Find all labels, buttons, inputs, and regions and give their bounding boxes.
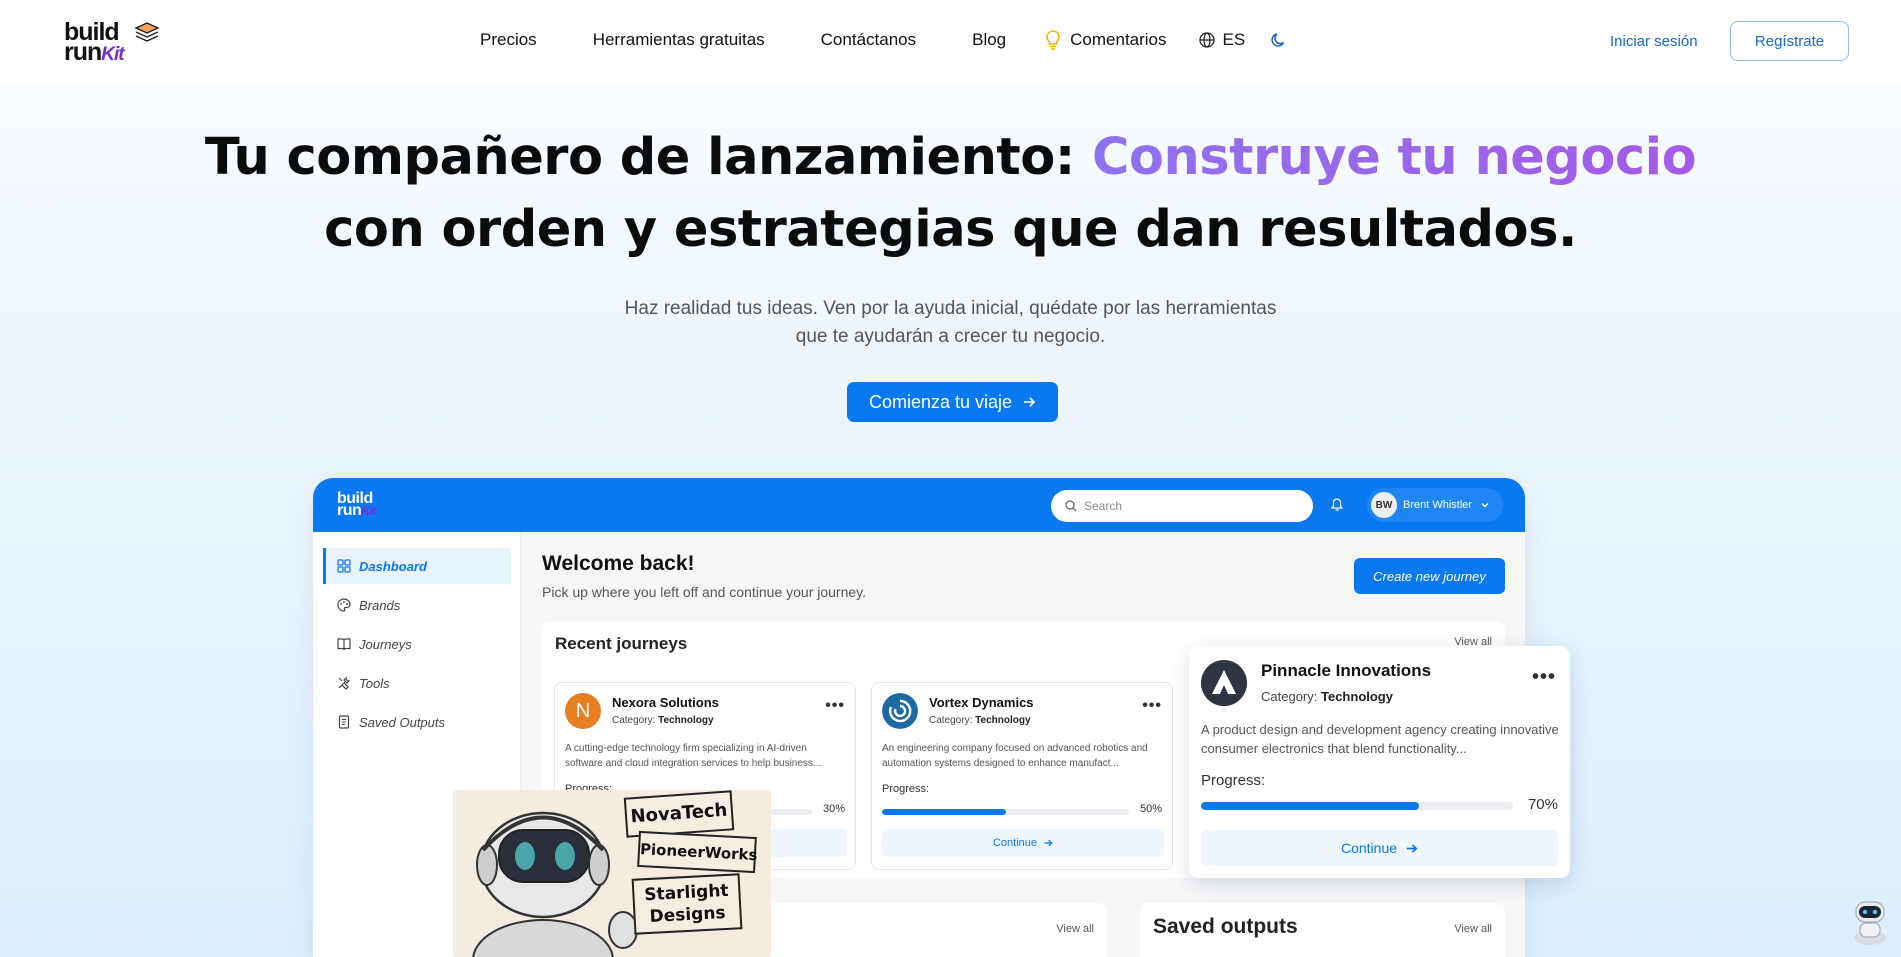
register-button[interactable]: Regístrate <box>1730 21 1849 61</box>
recent-journeys-title: Recent journeys <box>555 634 688 653</box>
more-options-icon[interactable]: ••• <box>825 697 845 715</box>
user-menu[interactable]: BW Brent Whistler <box>1367 488 1503 522</box>
progress-bar <box>882 809 1129 815</box>
arrow-right-icon <box>1024 397 1036 407</box>
nav-link-pricing[interactable]: Precios <box>480 30 537 50</box>
app-header: build runKit Search BW Brent Whistler <box>313 478 1525 532</box>
company-icon: N <box>565 693 601 729</box>
welcome-title: Welcome back! <box>542 552 695 575</box>
layers-icon <box>134 22 160 42</box>
sign-pioneerworks: PioneerWorks <box>637 830 758 874</box>
lightbulb-icon <box>1046 30 1060 50</box>
continue-button[interactable]: Continue <box>882 829 1164 857</box>
chevron-down-icon <box>1481 503 1489 508</box>
app-search-input[interactable]: Search <box>1051 490 1313 522</box>
brand-logo[interactable]: build runKit <box>64 20 164 65</box>
tools-icon <box>338 676 351 690</box>
book-icon <box>337 638 351 651</box>
login-link[interactable]: Iniciar sesión <box>1610 33 1698 50</box>
nav-link-free-tools[interactable]: Herramientas gratuitas <box>593 30 765 50</box>
robot-illustration: NovaTech PioneerWorks Starlight Designs <box>453 790 771 957</box>
continue-button[interactable]: Continue <box>1201 830 1558 866</box>
sidebar-item-saved-outputs[interactable]: Saved Outputs <box>323 704 511 740</box>
sign-starlight-designs: Starlight Designs <box>631 873 743 935</box>
document-icon <box>338 715 350 729</box>
sidebar-item-dashboard[interactable]: Dashboard <box>323 548 511 584</box>
arrow-right-icon <box>1406 843 1418 853</box>
hero-subtitle: Haz realidad tus ideas. Ven por la ayuda… <box>624 298 1277 347</box>
sidebar-item-tools[interactable]: Tools <box>323 665 511 701</box>
hero-title: Tu compañero de lanzamiento: Construye t… <box>204 128 1697 259</box>
feedback-button[interactable]: Comentarios <box>1046 30 1167 50</box>
progress-bar <box>1201 802 1513 810</box>
main-nav-links: Precios Herramientas gratuitas Contáctan… <box>480 30 1287 50</box>
globe-icon <box>1198 32 1215 48</box>
welcome-subtitle: Pick up where you left off and continue … <box>542 584 867 600</box>
avatar: BW <box>1371 492 1397 518</box>
view-all-saved-link[interactable]: View all <box>1454 923 1492 935</box>
language-selector[interactable]: ES <box>1198 30 1245 50</box>
saved-outputs-panel: Saved outputs View all <box>1140 903 1505 957</box>
palette-icon <box>337 598 351 612</box>
chatbot-widget-icon[interactable] <box>1846 898 1894 946</box>
journey-card-pinnacle[interactable]: Pinnacle Innovations Category: Technolog… <box>1189 646 1570 878</box>
more-options-icon[interactable]: ••• <box>1532 666 1556 689</box>
hero-title-highlight: Construye tu negocio <box>1091 128 1697 187</box>
more-options-icon[interactable]: ••• <box>1142 697 1162 715</box>
dark-mode-toggle-moon-icon[interactable] <box>1271 32 1287 48</box>
nav-link-blog[interactable]: Blog <box>972 30 1006 50</box>
journey-card-vortex[interactable]: Vortex Dynamics Category: Technology •••… <box>871 682 1173 870</box>
bell-icon[interactable] <box>1329 496 1345 512</box>
sidebar-item-journeys[interactable]: Journeys <box>323 626 511 662</box>
grid-icon <box>337 559 351 573</box>
nav-link-contact[interactable]: Contáctanos <box>821 30 916 50</box>
sidebar-item-brands[interactable]: Brands <box>323 587 511 623</box>
company-icon <box>882 693 918 729</box>
company-icon <box>1201 660 1247 706</box>
top-nav: build runKit Precios Herramientas gratui… <box>0 0 1901 84</box>
saved-outputs-title: Saved outputs <box>1153 915 1298 938</box>
create-journey-button[interactable]: Create new journey <box>1354 558 1505 594</box>
arrow-right-icon <box>1044 839 1053 847</box>
view-all-link[interactable]: View all <box>1056 923 1094 935</box>
app-logo: build runKit <box>337 490 376 519</box>
search-icon <box>1065 500 1077 512</box>
start-journey-button[interactable]: Comienza tu viaje <box>847 382 1058 422</box>
